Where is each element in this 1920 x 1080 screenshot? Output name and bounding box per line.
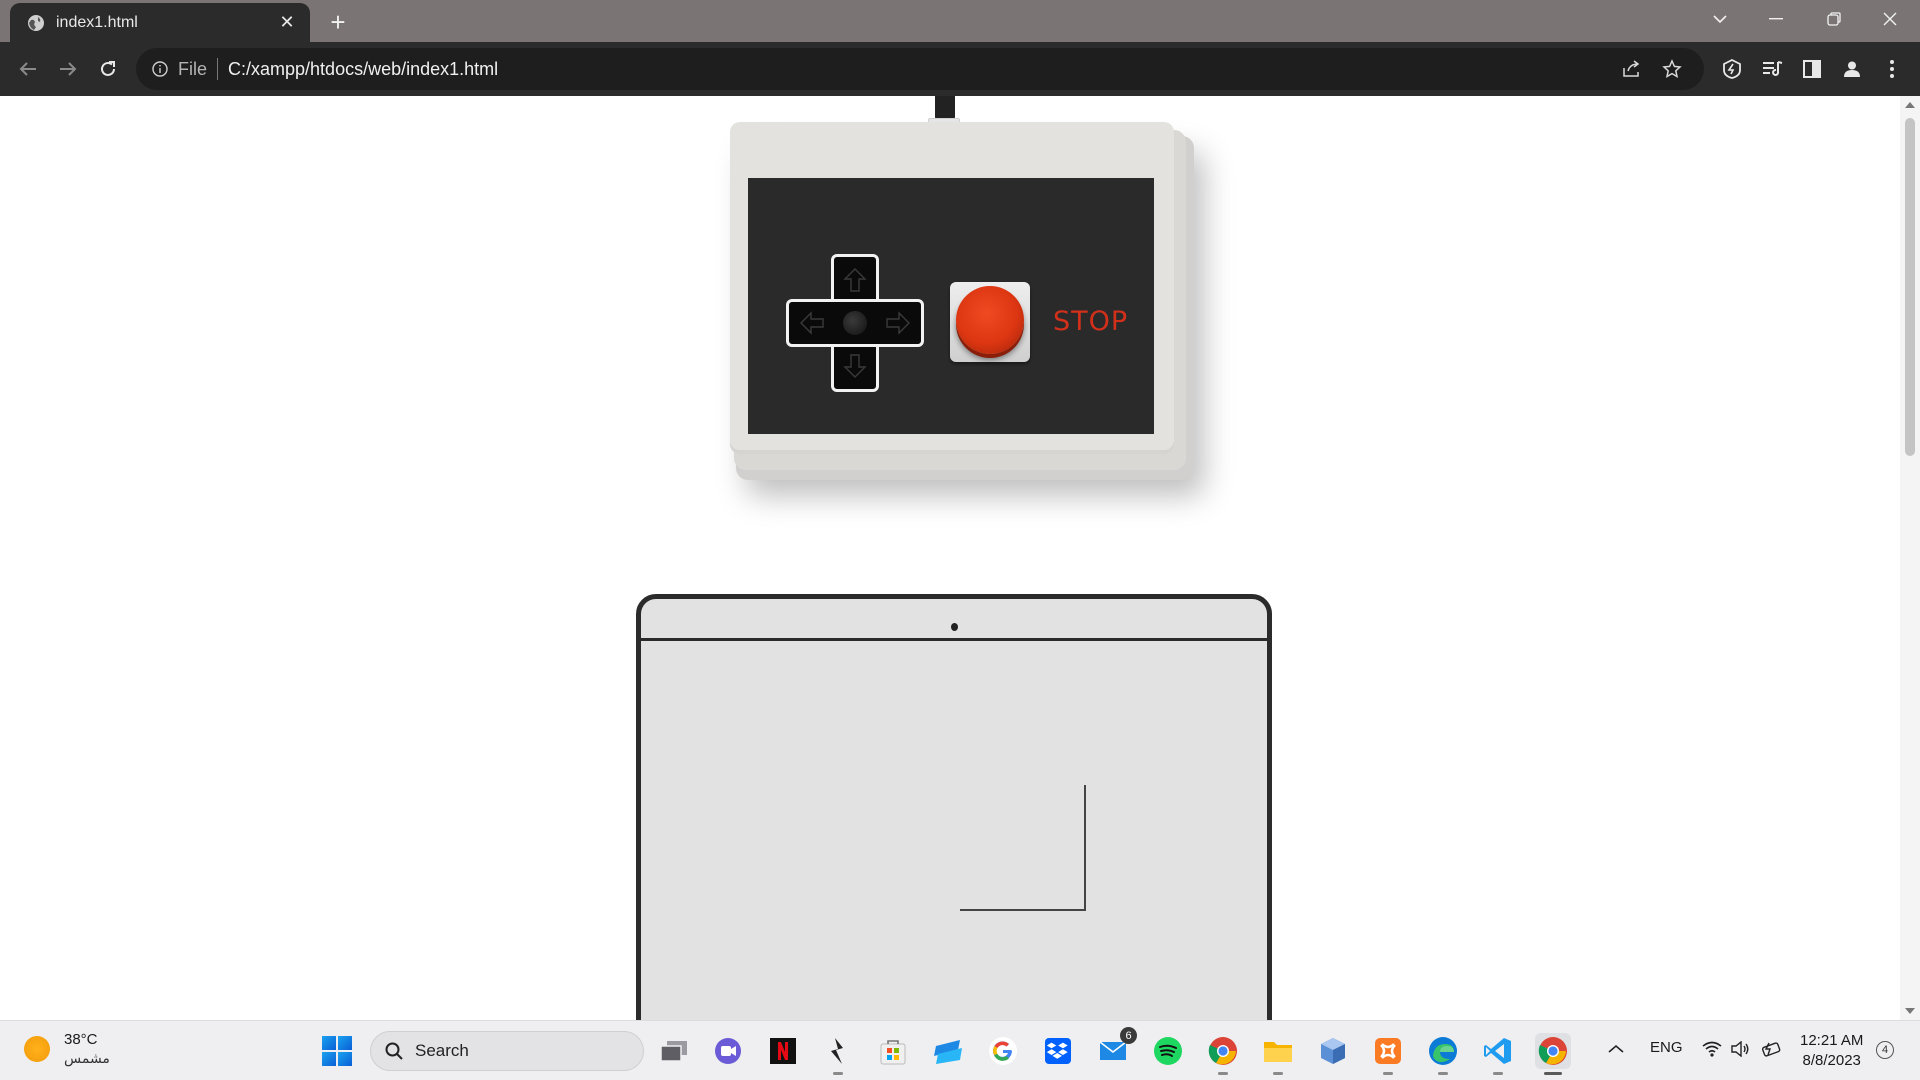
netflix-icon[interactable] — [765, 1033, 801, 1069]
camera-dot — [951, 623, 958, 631]
scheme-label: File — [178, 58, 208, 79]
file-transfer-icon[interactable] — [930, 1033, 966, 1069]
scrollbar-thumb[interactable] — [1905, 118, 1915, 456]
search-icon — [385, 1042, 403, 1060]
extension-icon[interactable] — [1718, 55, 1746, 83]
virtualbox-icon[interactable] — [1315, 1033, 1351, 1069]
chrome-active-icon[interactable] — [1535, 1033, 1571, 1075]
search-placeholder: Search — [415, 1041, 469, 1060]
system-clock[interactable]: 12:21 AM 8/8/2023 — [1800, 1031, 1863, 1071]
running-indicator — [1383, 1072, 1393, 1075]
tab-strip: index1.html ✕ + — [0, 0, 1920, 42]
mail-icon[interactable]: 6 — [1095, 1027, 1137, 1069]
forward-arrow-icon[interactable] — [52, 53, 84, 85]
microsoft-store-icon[interactable] — [875, 1033, 911, 1069]
running-indicator — [1218, 1072, 1228, 1075]
battery-charging-icon[interactable] — [1760, 1040, 1782, 1062]
screen-bezel-top — [641, 599, 1267, 641]
tab-title: index1.html — [56, 13, 138, 31]
scroll-down-arrow-icon[interactable] — [1905, 1008, 1915, 1014]
dpad-left-arrow-icon[interactable] — [798, 308, 828, 338]
browser-tab[interactable]: index1.html ✕ — [10, 3, 310, 42]
restore-icon[interactable] — [1806, 0, 1862, 38]
vscode-icon[interactable] — [1480, 1033, 1516, 1075]
new-tab-button[interactable]: + — [324, 7, 352, 37]
scroll-up-arrow-icon[interactable] — [1905, 102, 1915, 108]
chevron-up-icon[interactable] — [1608, 1041, 1624, 1058]
wifi-icon[interactable] — [1702, 1041, 1722, 1061]
running-indicator — [1493, 1072, 1503, 1075]
back-arrow-icon[interactable] — [12, 53, 44, 85]
sun-icon — [24, 1036, 50, 1062]
spotify-icon[interactable] — [1150, 1033, 1186, 1069]
weather-condition: مشمس — [64, 1050, 110, 1066]
side-panel-icon[interactable] — [1798, 55, 1826, 83]
page-viewport: STOP — [0, 96, 1900, 1020]
taskbar-search[interactable]: Search — [370, 1031, 644, 1071]
controller-faceplate: STOP — [748, 178, 1154, 434]
windows-start-icon[interactable] — [322, 1036, 352, 1066]
running-indicator — [1438, 1072, 1448, 1075]
game-controller: STOP — [730, 122, 1174, 454]
clock-date: 8/8/2023 — [1802, 1052, 1861, 1069]
url-text[interactable]: C:/xampp/htdocs/web/index1.html — [228, 59, 498, 80]
address-bar[interactable]: File C:/xampp/htdocs/web/index1.html — [136, 48, 1704, 90]
chrome-icon[interactable] — [1205, 1033, 1241, 1075]
tab-search-chevron-down-icon[interactable] — [1692, 0, 1748, 38]
stop-button[interactable] — [956, 286, 1024, 354]
windows-taskbar: 38°C مشمس Search 6 ENG 12:21 AM 8/8/2023… — [0, 1020, 1920, 1080]
weather-widget[interactable]: 38°C مشمس — [24, 1031, 110, 1067]
video-call-icon[interactable] — [710, 1033, 746, 1069]
file-explorer-icon[interactable] — [1260, 1033, 1296, 1075]
dpad[interactable] — [786, 254, 924, 392]
clock-time: 12:21 AM — [1800, 1032, 1864, 1049]
divider — [217, 58, 219, 80]
running-indicator — [1544, 1072, 1562, 1075]
volume-icon[interactable] — [1730, 1040, 1750, 1061]
notification-badge[interactable]: 4 — [1876, 1041, 1894, 1059]
running-indicator — [833, 1072, 843, 1075]
task-view-icon[interactable] — [656, 1033, 692, 1069]
dpad-up-arrow-icon[interactable] — [840, 266, 870, 296]
mail-badge: 6 — [1120, 1027, 1137, 1044]
language-indicator[interactable]: ENG — [1650, 1039, 1683, 1056]
snake — [960, 785, 1086, 911]
dpad-center — [843, 311, 867, 335]
media-queue-icon[interactable] — [1758, 55, 1786, 83]
google-icon[interactable] — [985, 1033, 1021, 1069]
info-icon[interactable] — [150, 59, 170, 79]
game-screen — [636, 594, 1272, 1020]
stop-label: STOP — [1053, 306, 1129, 337]
running-indicator — [1273, 1072, 1283, 1075]
minimize-icon[interactable] — [1748, 0, 1804, 38]
bookmark-star-icon[interactable] — [1660, 57, 1684, 81]
browser-toolbar: File C:/xampp/htdocs/web/index1.html — [0, 42, 1920, 96]
window-close-icon[interactable] — [1862, 0, 1918, 38]
vertical-scrollbar[interactable] — [1900, 96, 1920, 1020]
share-icon[interactable] — [1620, 57, 1644, 81]
dpad-right-arrow-icon[interactable] — [882, 308, 912, 338]
globe-icon — [26, 13, 46, 33]
close-icon[interactable]: ✕ — [276, 12, 298, 34]
reload-icon[interactable] — [92, 53, 124, 85]
dpad-down-arrow-icon[interactable] — [840, 350, 870, 380]
dropbox-icon[interactable] — [1040, 1033, 1076, 1069]
action-button-housing — [950, 282, 1030, 362]
edge-icon[interactable] — [1425, 1033, 1461, 1075]
menu-kebab-icon[interactable] — [1878, 55, 1906, 83]
xampp-icon[interactable] — [1370, 1033, 1406, 1075]
profile-icon[interactable] — [1838, 55, 1866, 83]
bolt-app-icon[interactable] — [820, 1033, 856, 1075]
temperature: 38°C — [64, 1031, 98, 1048]
